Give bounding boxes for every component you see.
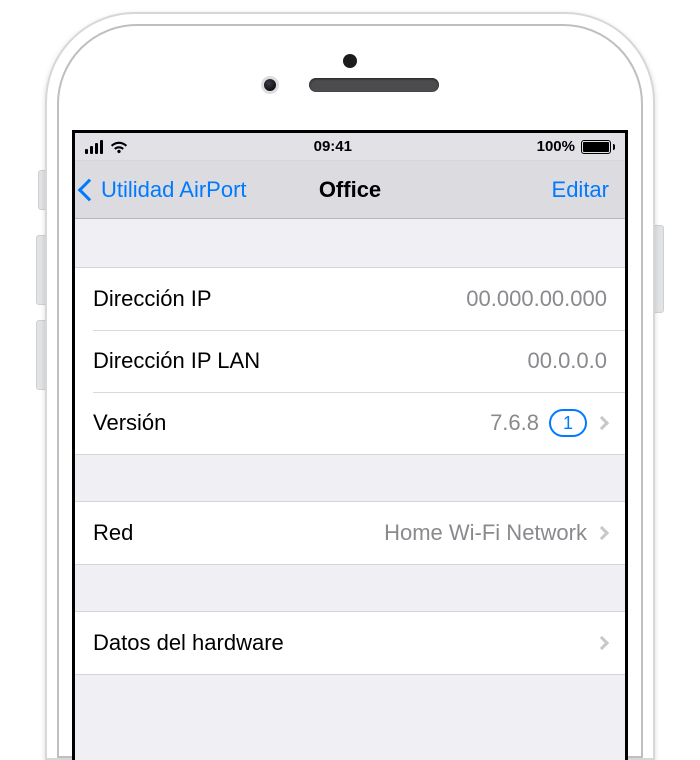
lan-ip-label: Dirección IP LAN (93, 348, 260, 374)
sensor-cluster (59, 76, 641, 94)
version-value: 7.6.8 (166, 410, 539, 436)
hardware-accessory (597, 638, 607, 648)
group-spacer (75, 455, 625, 501)
version-accessory: 1 (549, 409, 607, 437)
chevron-right-icon (595, 636, 609, 650)
status-left (85, 140, 129, 154)
back-label: Utilidad AirPort (101, 177, 247, 203)
earpiece-speaker (309, 78, 439, 92)
chevron-left-icon (78, 178, 101, 201)
content: Dirección IP 00.000.00.000 Dirección IP … (75, 219, 625, 675)
row-hardware[interactable]: Datos del hardware (75, 612, 625, 674)
hardware-group: Datos del hardware (75, 611, 625, 675)
ip-value: 00.000.00.000 (212, 286, 607, 312)
status-right: 100% (537, 138, 615, 155)
network-label: Red (93, 520, 133, 546)
network-accessory (597, 528, 607, 538)
battery-percent: 100% (537, 138, 575, 155)
nav-bar: Utilidad AirPort Office Editar (75, 161, 625, 219)
wifi-icon (109, 140, 129, 154)
row-lan-ip: Dirección IP LAN 00.0.0.0 (75, 330, 625, 392)
row-ip: Dirección IP 00.000.00.000 (75, 268, 625, 330)
front-camera (261, 76, 279, 94)
screen: 09:41 100% Utilidad AirPort Office Edita… (72, 130, 628, 760)
edit-button[interactable]: Editar (552, 161, 609, 218)
row-version[interactable]: Versión 7.6.8 1 (75, 392, 625, 454)
network-group: Red Home Wi-Fi Network (75, 501, 625, 565)
back-button[interactable]: Utilidad AirPort (81, 161, 247, 218)
row-network[interactable]: Red Home Wi-Fi Network (75, 502, 625, 564)
status-time: 09:41 (314, 138, 352, 155)
page-title: Office (319, 177, 381, 203)
hardware-label: Datos del hardware (93, 630, 284, 656)
battery-icon (581, 140, 615, 154)
group-spacer (75, 219, 625, 267)
proximity-sensor (343, 54, 357, 68)
status-bar: 09:41 100% (75, 133, 625, 161)
chevron-right-icon (595, 526, 609, 540)
chevron-right-icon (595, 416, 609, 430)
info-group: Dirección IP 00.000.00.000 Dirección IP … (75, 267, 625, 455)
update-badge: 1 (549, 409, 587, 437)
lan-ip-value: 00.0.0.0 (260, 348, 607, 374)
group-spacer (75, 565, 625, 611)
network-value: Home Wi-Fi Network (133, 520, 587, 546)
version-label: Versión (93, 410, 166, 436)
cellular-signal-icon (85, 140, 103, 154)
ip-label: Dirección IP (93, 286, 212, 312)
